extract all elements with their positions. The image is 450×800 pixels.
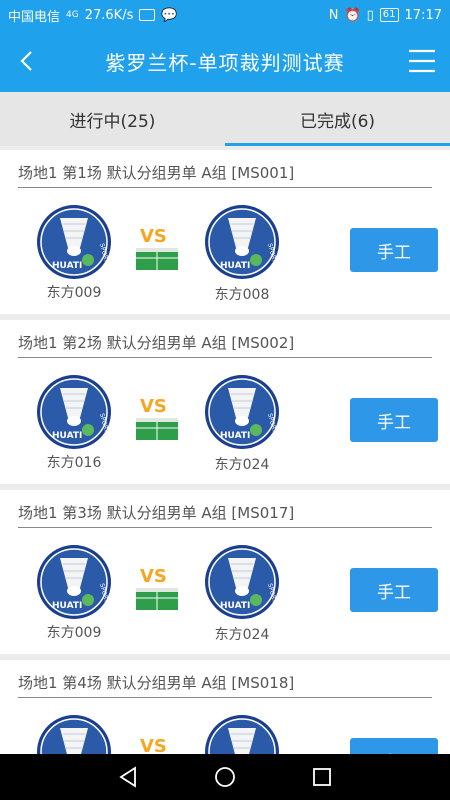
match-header: 场地1 第3场 默认分组男单 A组 [MS017]: [18, 500, 432, 528]
nav-home-icon[interactable]: [214, 766, 236, 788]
match-header: 场地1 第4场 默认分组男单 A组 [MS018]: [18, 670, 432, 698]
chat-notification-icon: 💬: [161, 7, 178, 23]
match-card: 场地1 第3场 默认分组男单 A组 [MS017] HUATI SPORTS 东…: [0, 490, 450, 660]
tab-completed[interactable]: 已完成(6): [225, 92, 450, 146]
match-card: 场地1 第1场 默认分组男单 A组 [MS001] HUATI SPORTS 东…: [0, 150, 450, 320]
team-b-name: 东方008: [214, 287, 270, 303]
back-arrow-icon: [20, 51, 32, 71]
svg-text:HUATI: HUATI: [220, 601, 250, 611]
versus-icon: VS: [136, 566, 178, 610]
huati-sports-logo-icon: HUATI SPORTS: [37, 545, 111, 619]
team-b: HUATI SPORTS 东方024: [202, 544, 282, 644]
huati-sports-logo-icon: HUATI SPORTS: [37, 375, 111, 449]
svg-text:HUATI: HUATI: [52, 431, 82, 441]
svg-text:VS: VS: [140, 226, 167, 247]
team-a-name: 东方009: [46, 625, 102, 641]
menu-button[interactable]: [394, 30, 450, 92]
vibrate-icon: ▯: [366, 7, 374, 23]
team-b-name: 东方024: [214, 457, 270, 473]
svg-text:VS: VS: [140, 566, 167, 587]
manual-button[interactable]: 手工: [350, 568, 438, 612]
huati-sports-logo-icon: [205, 715, 279, 756]
team-a: HUATI SPORTS 东方016: [34, 374, 114, 472]
back-button[interactable]: [0, 30, 56, 92]
huati-sports-logo-icon: [37, 715, 111, 756]
nav-recents-icon[interactable]: [311, 766, 333, 788]
app-bar: 紫罗兰杯-单项裁判测试赛: [0, 30, 450, 92]
match-list[interactable]: 场地1 第1场 默认分组男单 A组 [MS001] HUATI SPORTS 东…: [0, 150, 450, 756]
team-a: [34, 714, 114, 756]
team-a-name: 东方016: [46, 455, 102, 471]
battery-icon: 61: [379, 8, 399, 22]
match-header: 场地1 第1场 默认分组男单 A组 [MS001]: [18, 160, 432, 188]
team-a-name: 东方009: [46, 285, 102, 301]
system-nav-bar: [0, 754, 450, 800]
tab-bar: 进行中(25) 已完成(6): [0, 92, 450, 146]
match-card: 场地1 第2场 默认分组男单 A组 [MS002] HUATI SPORTS 东…: [0, 320, 450, 490]
team-b: [202, 714, 282, 756]
team-b: HUATI SPORTS 东方024: [202, 374, 282, 474]
team-b-name: 东方024: [214, 627, 270, 643]
logo-text: HUATI: [52, 261, 82, 271]
nav-back-icon[interactable]: [117, 766, 139, 788]
team-a: HUATI SPORTS 东方009: [34, 204, 114, 302]
svg-text:HUATI: HUATI: [52, 601, 82, 611]
versus-icon: VS: [140, 736, 167, 756]
svg-text:HUATI: HUATI: [220, 431, 250, 441]
tab-in-progress[interactable]: 进行中(25): [0, 92, 225, 146]
hamburger-menu-icon: [409, 49, 435, 73]
huati-sports-logo-icon: HUATI SPORTS: [205, 375, 279, 449]
clock-label: 17:17: [404, 7, 442, 23]
carrier-label: 中国电信: [8, 9, 61, 25]
svg-text:VS: VS: [140, 736, 167, 756]
manual-button[interactable]: 手工: [350, 398, 438, 442]
team-a: HUATI SPORTS 东方009: [34, 544, 114, 642]
match-header: 场地1 第2场 默认分组男单 A组 [MS002]: [18, 330, 432, 358]
manual-button[interactable]: 手工: [350, 228, 438, 272]
alarm-icon: ⏰: [344, 7, 361, 23]
huati-sports-logo-icon: HUATI SPORTS: [205, 205, 279, 279]
huati-sports-logo-icon: HUATI SPORTS: [37, 205, 111, 279]
versus-icon: VS: [136, 396, 178, 440]
speed-label: 27.6K/s: [84, 7, 134, 23]
team-b: HUATI SPORTS 东方008: [202, 204, 282, 304]
versus-icon: VS: [136, 226, 178, 270]
svg-text:VS: VS: [140, 396, 167, 417]
match-card: 场地1 第4场 默认分组男单 A组 [MS018] VS 手工: [0, 660, 450, 756]
status-bar: 中国电信 4G 27.6K/s 💬 N ⏰ ▯ 61 17:17: [0, 0, 450, 30]
network-label: 4G: [66, 10, 79, 20]
app-notification-icon: [139, 9, 156, 21]
svg-text:HUATI: HUATI: [220, 261, 250, 271]
huati-sports-logo-icon: HUATI SPORTS: [205, 545, 279, 619]
nfc-icon: N: [328, 7, 339, 23]
page-title: 紫罗兰杯-单项裁判测试赛: [105, 50, 345, 75]
